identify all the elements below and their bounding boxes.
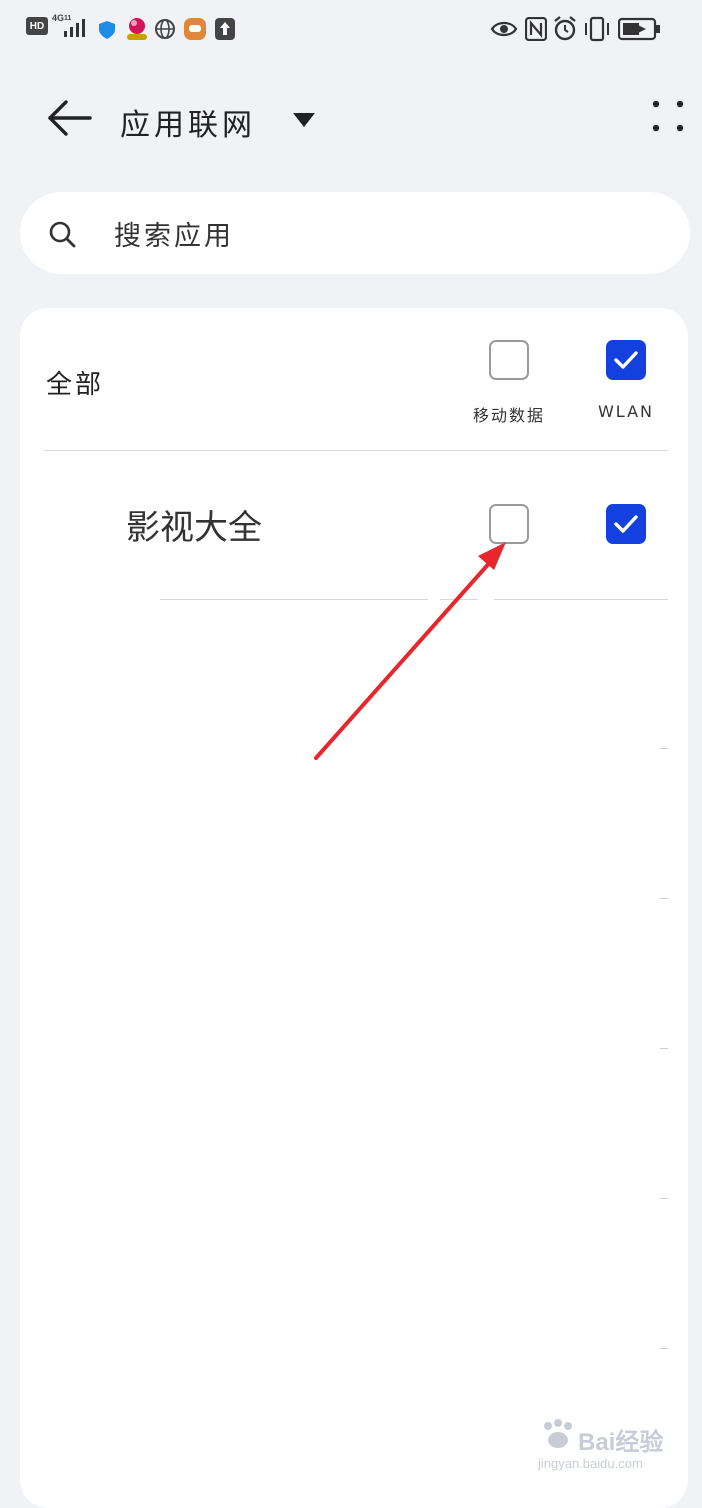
mobile-data-column-label: 移动数据 [472, 406, 545, 425]
divider [660, 748, 668, 749]
paw-logo-icon [544, 1419, 572, 1448]
signal-bars-icon [64, 19, 85, 37]
shield-icon [99, 21, 115, 39]
divider [160, 599, 428, 600]
watermark-brand: Bai经验 [578, 1429, 664, 1456]
divider [440, 599, 478, 600]
battery-icon [618, 17, 660, 41]
app-badge-icon [127, 18, 147, 40]
divider [660, 1048, 668, 1049]
app-name-label: 影视大全 [126, 508, 262, 548]
more-options-icon[interactable] [648, 98, 688, 138]
wlan-column-label: WLAN [597, 402, 654, 421]
search-icon [49, 221, 76, 248]
divider [660, 1198, 668, 1199]
all-wlan-checkbox[interactable] [606, 340, 646, 380]
message-icon [184, 18, 206, 40]
all-mobile-data-checkbox[interactable] [489, 340, 529, 380]
status-bar: HD 4G 11 [0, 0, 702, 60]
search-input[interactable]: 搜索应用 [20, 192, 690, 274]
search-placeholder: 搜索应用 [114, 221, 234, 252]
app-wlan-checkbox[interactable] [606, 504, 646, 544]
nfc-icon [525, 17, 547, 41]
watermark-url: jingyan.baidu.com [538, 1456, 643, 1471]
check-icon [614, 351, 638, 369]
eye-icon [490, 21, 518, 37]
globe-icon [155, 19, 175, 39]
divider [660, 898, 668, 899]
app-network-list: 全部 移动数据 WLAN 影视大全 [20, 308, 688, 1508]
divider [44, 450, 668, 451]
vibrate-icon [585, 16, 609, 42]
baidu-watermark: Bai经验 jingyan.baidu.com [538, 1412, 668, 1476]
divider [660, 1348, 668, 1349]
dropdown-caret-icon[interactable] [290, 110, 318, 130]
upload-icon [215, 18, 235, 40]
page-title: 应用联网 [120, 108, 256, 143]
app-mobile-data-checkbox[interactable] [489, 504, 529, 544]
check-icon [614, 515, 638, 533]
hd-icon: HD [26, 17, 48, 35]
all-apps-label: 全部 [46, 370, 105, 400]
alarm-icon [554, 16, 576, 41]
back-arrow-icon[interactable] [44, 98, 92, 138]
divider [494, 599, 668, 600]
